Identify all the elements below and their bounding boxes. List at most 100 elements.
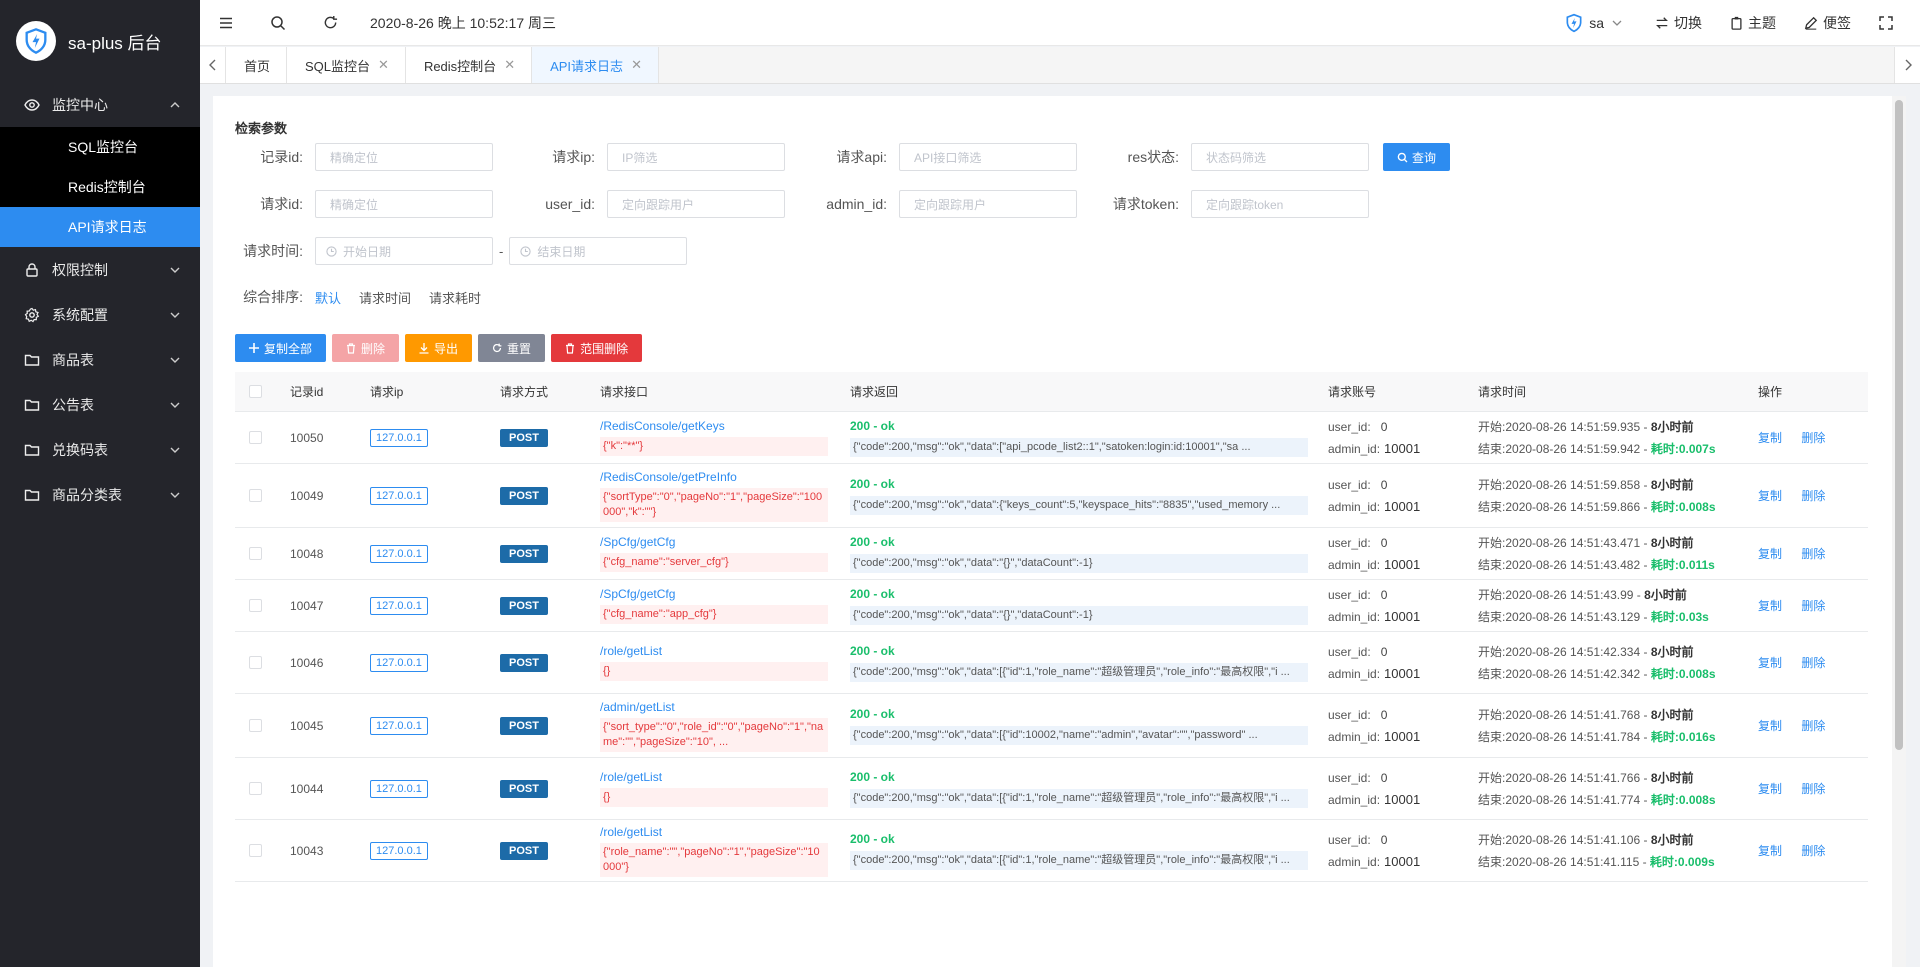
end-time: 2020-08-26 14:51:41.774 [1505, 792, 1641, 807]
user-menu[interactable]: sa [1564, 13, 1627, 33]
copy-all-button[interactable]: 复制全部 [235, 334, 327, 362]
select-all-checkbox[interactable] [248, 385, 262, 398]
sort-option-default[interactable]: 默认 [315, 288, 341, 307]
search-row-2: 请求id: 精确定位 user_id: 定向跟踪用户 admin_id: 定向跟… [213, 189, 1369, 219]
record-id-input[interactable]: 精确定位 [315, 143, 493, 171]
export-button[interactable]: 导出 [405, 334, 473, 362]
row-checkbox[interactable] [248, 782, 262, 795]
table-row: 10043 127.0.0.1 POST /role/getList {"rol… [235, 820, 1868, 882]
menu-redeem-code-table[interactable]: 兑换码表 [0, 427, 200, 472]
close-icon[interactable]: ✕ [378, 57, 389, 73]
page-scrollbar[interactable] [1892, 96, 1906, 967]
menu-notice-table[interactable]: 公告表 [0, 382, 200, 427]
req-token-input[interactable]: 定向跟踪token [1191, 190, 1369, 218]
delete-link[interactable]: 删除 [1801, 782, 1825, 796]
api-path: /role/getList [600, 824, 663, 839]
start-date-input[interactable]: 开始日期 [315, 237, 493, 265]
copy-link[interactable]: 复制 [1758, 656, 1782, 670]
tab-sql-monitor[interactable]: SQL监控台 ✕ [287, 47, 406, 83]
copy-link[interactable]: 复制 [1758, 719, 1782, 733]
cell-id: 10048 [290, 546, 324, 561]
delete-button[interactable]: 删除 [332, 334, 400, 362]
export-label: 导出 [434, 341, 459, 356]
delete-link[interactable]: 删除 [1801, 489, 1825, 503]
reset-button[interactable]: 重置 [478, 334, 546, 362]
req-id-input[interactable]: 精确定位 [315, 190, 493, 218]
admin-id-input[interactable]: 定向跟踪用户 [899, 190, 1077, 218]
tab-scroll-right-icon[interactable] [1894, 47, 1920, 83]
row-checkbox[interactable] [248, 431, 262, 444]
delete-link[interactable]: 删除 [1801, 431, 1825, 445]
res-status-input[interactable]: 状态码筛选 [1191, 143, 1369, 171]
note-label: 便签 [1823, 15, 1851, 31]
row-checkbox[interactable] [248, 844, 262, 857]
copy-link[interactable]: 复制 [1758, 844, 1782, 858]
copy-link[interactable]: 复制 [1758, 782, 1782, 796]
tab-scroll-left-icon[interactable] [200, 47, 226, 83]
row-checkbox[interactable] [248, 719, 262, 732]
submenu-monitor: SQL监控台 Redis控制台 API请求日志 [0, 127, 200, 247]
time-ago: 8小时前 [1650, 478, 1694, 492]
sort-option-time[interactable]: 请求时间 [359, 288, 411, 307]
menu-toggle-icon[interactable] [200, 0, 252, 46]
fullscreen-icon[interactable] [1879, 16, 1898, 30]
plus-icon [249, 343, 259, 353]
delete-link[interactable]: 删除 [1801, 844, 1825, 858]
tab-label: API请求日志 [550, 58, 624, 74]
row-checkbox[interactable] [248, 599, 262, 612]
ip-tag: 127.0.0.1 [370, 779, 428, 798]
user-id-input[interactable]: 定向跟踪用户 [607, 190, 785, 218]
table-row: 10048 127.0.0.1 POST /SpCfg/getCfg {"cfg… [235, 528, 1868, 580]
tab-home[interactable]: 首页 [226, 47, 288, 83]
refresh-icon[interactable] [304, 0, 356, 46]
menu-system-config[interactable]: 系统配置 [0, 292, 200, 337]
search-icon[interactable] [252, 0, 304, 46]
tab-api-log[interactable]: API请求日志 ✕ [532, 47, 659, 83]
ip-tag: 127.0.0.1 [370, 841, 428, 860]
copy-link[interactable]: 复制 [1758, 547, 1782, 561]
api-path: /RedisConsole/getPreInfo [600, 469, 737, 484]
delete-link[interactable]: 删除 [1801, 719, 1825, 733]
cell-id: 10047 [290, 598, 324, 613]
copy-link[interactable]: 复制 [1758, 599, 1782, 613]
close-icon[interactable]: ✕ [631, 57, 642, 73]
api-path: /role/getList [600, 644, 663, 658]
tab-redis-console[interactable]: Redis控制台 ✕ [405, 47, 533, 83]
time-ago: 8小时前 [1644, 588, 1687, 602]
range-delete-button[interactable]: 范围删除 [551, 334, 643, 362]
delete-link[interactable]: 删除 [1801, 547, 1825, 561]
menu-goods-table[interactable]: 商品表 [0, 337, 200, 382]
sidebar-item-api-log[interactable]: API请求日志 [0, 207, 200, 247]
method-tag: POST [500, 544, 548, 563]
row-checkbox[interactable] [248, 656, 262, 669]
end-time: 2020-08-26 14:51:43.482 [1505, 557, 1641, 572]
response-status: 200 - ok [850, 769, 895, 784]
close-icon[interactable]: ✕ [504, 57, 515, 73]
copy-link[interactable]: 复制 [1758, 431, 1782, 445]
row-checkbox[interactable] [248, 547, 262, 560]
sort-option-cost[interactable]: 请求耗时 [429, 288, 481, 307]
req-ip-input[interactable]: IP筛选 [607, 143, 785, 171]
menu-permission[interactable]: 权限控制 [0, 247, 200, 292]
theme-button[interactable]: 主题 [1730, 13, 1776, 33]
menu-monitor-center[interactable]: 监控中心 [0, 82, 200, 127]
end-time: 2020-08-26 14:51:43.129 [1505, 609, 1641, 624]
end-label: 结束: [1478, 793, 1506, 807]
delete-link[interactable]: 删除 [1801, 656, 1825, 670]
query-button[interactable]: 查询 [1383, 143, 1451, 171]
admin-id-label: admin_id: [1328, 557, 1381, 572]
sidebar-item-redis-console[interactable]: Redis控制台 [0, 167, 200, 207]
note-button[interactable]: 便签 [1804, 13, 1851, 33]
menu-goods-category-table[interactable]: 商品分类表 [0, 472, 200, 517]
delete-link[interactable]: 删除 [1801, 599, 1825, 613]
folder-icon [24, 352, 40, 368]
start-label: 开始: [1478, 771, 1506, 785]
end-label: 结束: [1478, 855, 1506, 869]
switch-button[interactable]: 切换 [1655, 13, 1702, 33]
sidebar-item-sql-monitor[interactable]: SQL监控台 [0, 127, 200, 167]
scrollbar-thumb[interactable] [1895, 100, 1903, 750]
end-date-input[interactable]: 结束日期 [509, 237, 688, 265]
req-api-input[interactable]: API接口筛选 [899, 143, 1077, 171]
row-checkbox[interactable] [248, 489, 262, 502]
copy-link[interactable]: 复制 [1758, 489, 1782, 503]
